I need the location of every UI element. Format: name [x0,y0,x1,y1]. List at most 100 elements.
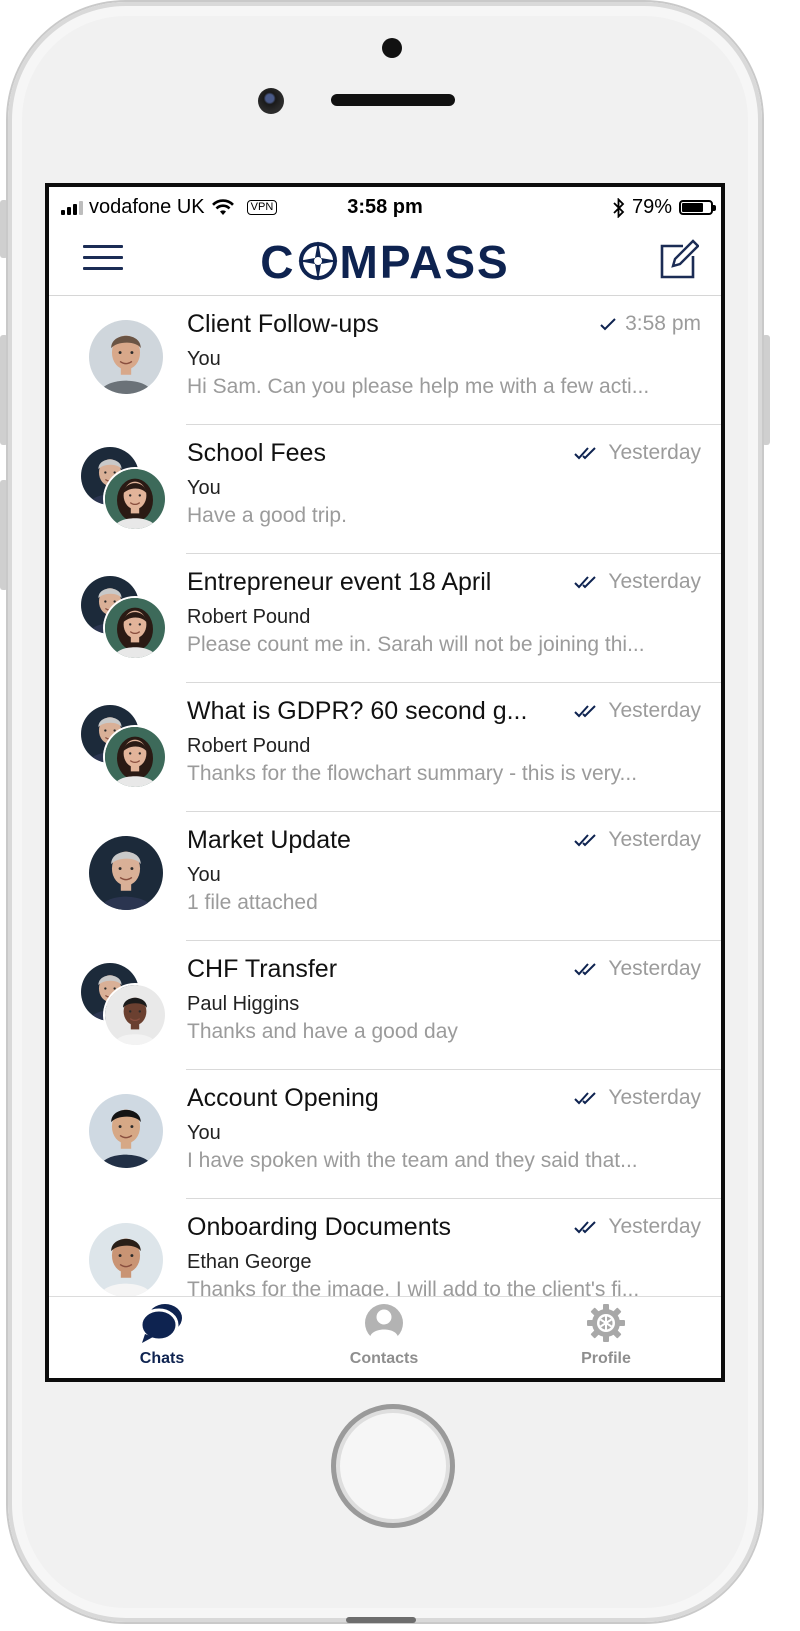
double-check-icon [574,1092,597,1105]
avatar-group [79,1221,169,1296]
avatar-group [79,447,169,533]
chat-timestamp: Yesterday [574,957,701,981]
chat-preview: Thanks for the flowchart summary - this … [187,762,638,785]
tab-label-chats: Chats [139,1350,185,1367]
compose-icon [660,239,700,279]
chat-time-text: Yesterday [608,570,701,593]
chat-timestamp: 3:58 pm [599,312,701,336]
chat-timestamp: Yesterday [574,441,701,465]
battery-icon [679,200,716,215]
chat-preview: Thanks and have a good day [187,1020,458,1043]
double-check-icon [574,447,597,460]
avatar-image [105,727,165,787]
gear-icon [587,1304,625,1342]
single-check-icon [600,318,616,331]
chat-preview: 1 file attached [187,891,318,914]
phone-screen: vodafone UK VPN 3:58 pm 79% C MPASS Clie… [45,183,725,1382]
chat-sender: Paul Higgins [187,993,300,1015]
status-bar: vodafone UK VPN 3:58 pm 79% [49,187,721,229]
chat-time-text: Yesterday [608,699,701,722]
avatar-group [79,318,169,404]
person-icon [365,1304,403,1344]
front-camera [258,88,284,114]
avatar-image [105,985,165,1045]
avatar [105,727,165,787]
chat-list: Client Follow-ups 3:58 pm You Hi Sam. Can y… [49,296,721,1296]
double-check-icon [574,576,597,589]
chat-title: CHF Transfer [187,955,338,983]
status-right: 79% [613,196,716,219]
bluetooth-icon [613,197,625,218]
avatar-group [79,1092,169,1178]
avatar [105,985,165,1045]
chat-row[interactable]: CHF Transfer Yesterday Paul Higgins Thanks … [49,941,721,1070]
chat-title: What is GDPR? 60 second g... [187,697,528,725]
chat-row[interactable]: Market Update Yesterday You 1 file attached [49,812,721,941]
double-check-icon [574,834,597,847]
earpiece-speaker [331,94,455,106]
chat-timestamp: Yesterday [574,699,701,723]
battery-percent: 79% [631,196,672,218]
tab-chats[interactable]: Chats [97,1303,227,1368]
chat-sender: You [187,477,221,499]
power-button [762,335,770,445]
avatar-group [79,963,169,1049]
avatar-group [79,576,169,662]
chat-sender: Robert Pound [187,606,311,628]
tab-label-contacts: Contacts [349,1350,419,1367]
chat-timestamp: Yesterday [574,828,701,852]
chat-row[interactable]: School Fees Yesterday You Have a good trip. [49,425,721,554]
chat-preview: I have spoken with the team and they sai… [187,1149,638,1172]
chat-sender: Ethan George [187,1251,312,1273]
chat-row[interactable]: What is GDPR? 60 second g... Yesterday Rob… [49,683,721,812]
avatar-image [105,598,165,658]
chat-title: Account Opening [187,1084,379,1112]
chat-sender: You [187,348,221,370]
tab-bar: Chats Contacts Profile [49,1296,721,1378]
avatar [89,836,163,910]
app-header: C MPASS [49,229,721,296]
tab-profile[interactable]: Profile [541,1303,671,1368]
avatar-image [89,1223,163,1296]
chat-bubbles-icon [139,1304,182,1343]
chat-time-text: Yesterday [608,828,701,851]
avatar-group [79,705,169,791]
chat-sender: Robert Pound [187,735,311,757]
chat-time-text: Yesterday [608,441,701,464]
volume-up-button [0,335,8,445]
chat-preview: Hi Sam. Can you please help me with a fe… [187,375,650,398]
chat-preview: Please count me in. Sarah will not be jo… [187,633,645,656]
chat-preview: Thanks for the image. I will add to the … [187,1278,640,1296]
chat-time-text: Yesterday [608,957,701,980]
home-button[interactable] [331,1404,455,1528]
chat-time-text: Yesterday [608,1215,701,1238]
tab-label-profile: Profile [581,1350,631,1367]
chat-row[interactable]: Account Opening Yesterday You I have spoken… [49,1070,721,1199]
volume-down-button [0,480,8,590]
chat-timestamp: Yesterday [574,1086,701,1110]
chat-title: Market Update [187,826,351,854]
avatar [105,469,165,529]
chat-time-text: 3:58 pm [625,312,701,335]
chat-title: School Fees [187,439,326,467]
compose-button[interactable] [657,239,700,281]
compass-rose-icon [297,241,338,281]
avatar-image [89,836,163,910]
avatar [105,598,165,658]
avatar [89,1094,163,1168]
lightning-port [346,1617,416,1623]
chat-preview: Have a good trip. [187,504,347,527]
chat-sender: You [187,864,221,886]
avatar-group [79,834,169,920]
double-check-icon [574,705,597,718]
compass-logo: C MPASS [260,236,510,288]
chat-timestamp: Yesterday [574,570,701,594]
chat-title: Client Follow-ups [187,310,379,338]
chat-sender: You [187,1122,221,1144]
avatar [89,1223,163,1296]
chat-row[interactable]: Entrepreneur event 18 April Yesterday Robe… [49,554,721,683]
chat-row[interactable]: Onboarding Documents Yesterday Ethan Georg… [49,1199,721,1296]
chat-row[interactable]: Client Follow-ups 3:58 pm You Hi Sam. Can y… [49,296,721,425]
tab-contacts[interactable]: Contacts [319,1303,449,1368]
chat-title: Entrepreneur event 18 April [187,568,492,596]
